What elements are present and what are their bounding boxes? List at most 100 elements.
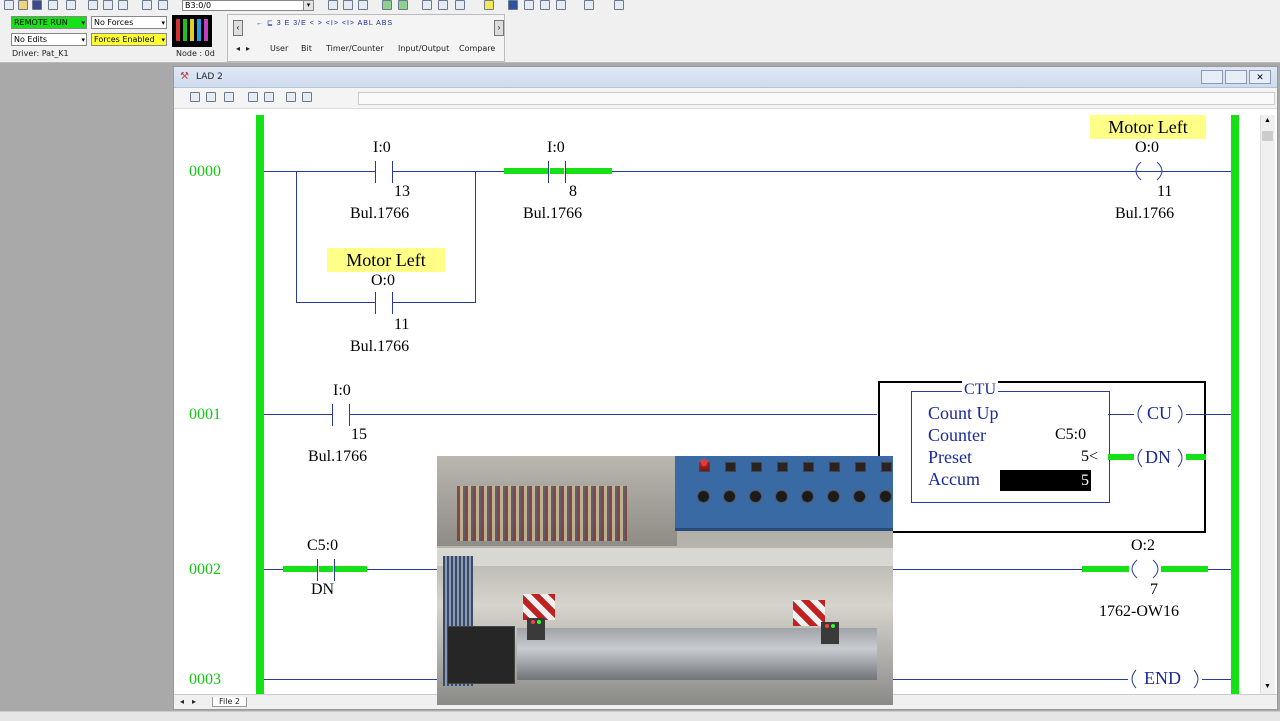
ote-icon[interactable]: < > bbox=[310, 20, 323, 27]
palette-left-icon[interactable]: ‹ bbox=[233, 20, 243, 36]
forward-arrow-icon[interactable] bbox=[614, 0, 624, 10]
test-edits-icon[interactable] bbox=[286, 92, 296, 102]
chart-icon[interactable] bbox=[540, 0, 550, 10]
contact-address: C5:0 bbox=[307, 537, 339, 554]
ctu-counter-value[interactable]: C5:0 bbox=[1055, 426, 1086, 444]
branch-wire bbox=[296, 171, 297, 302]
ctu-accum-label: Accum bbox=[928, 469, 980, 489]
tab-scroll-right-icon[interactable]: ▸ bbox=[192, 697, 196, 706]
contact-energized-icon bbox=[319, 566, 333, 572]
tab-file-2[interactable]: File 2 bbox=[212, 697, 248, 707]
scroll-down-icon[interactable]: ▼ bbox=[1264, 683, 1271, 690]
forces-enabled-label: Forces Enabled bbox=[94, 35, 155, 44]
ote-coil[interactable] bbox=[1133, 161, 1165, 181]
tab-bit[interactable]: Bit bbox=[301, 44, 312, 53]
replace-icon[interactable] bbox=[358, 0, 368, 10]
zoom-out-icon[interactable] bbox=[438, 0, 448, 10]
print-preview-icon[interactable] bbox=[66, 0, 76, 10]
palette-right-icon[interactable]: › bbox=[494, 20, 504, 36]
right-power-rail bbox=[1231, 115, 1239, 695]
coil-bit: 11 bbox=[1157, 183, 1173, 200]
zoom-box-icon[interactable] bbox=[455, 0, 465, 10]
abl-icon[interactable]: ABL bbox=[358, 20, 374, 27]
tab-timer-counter[interactable]: Timer/Counter bbox=[326, 44, 384, 53]
rung-icon[interactable]: ⊑ bbox=[267, 20, 274, 27]
data-table-icon[interactable] bbox=[556, 0, 566, 10]
otu-icon[interactable]: <I> bbox=[342, 20, 355, 27]
cut-icon[interactable] bbox=[88, 0, 98, 10]
otl-icon[interactable]: <I> bbox=[326, 20, 339, 27]
contact-bit: 15 bbox=[351, 426, 367, 443]
find-next-icon[interactable] bbox=[343, 0, 353, 10]
ctu-preset-value[interactable]: 5< bbox=[1081, 448, 1098, 466]
address-combo[interactable]: B3:0/0 ▾ bbox=[182, 0, 314, 11]
open-folder-icon[interactable] bbox=[18, 0, 28, 10]
add-rung-icon[interactable] bbox=[484, 0, 494, 10]
contact-address: I:0 bbox=[333, 382, 351, 399]
find-icon[interactable] bbox=[328, 0, 338, 10]
run-icon[interactable] bbox=[508, 0, 518, 10]
left-sensor bbox=[527, 618, 545, 640]
print-icon[interactable] bbox=[48, 0, 58, 10]
paste-icon[interactable] bbox=[118, 0, 128, 10]
close-icon[interactable]: ✕ bbox=[1249, 70, 1271, 84]
tab-user[interactable]: User bbox=[270, 44, 288, 53]
node-label: Node : 0d bbox=[176, 49, 215, 58]
edit-rung-icon[interactable] bbox=[190, 92, 200, 102]
assemble-icon[interactable] bbox=[248, 92, 258, 102]
tab-scroll-right-icon[interactable]: ▸ bbox=[246, 44, 250, 53]
redo-icon[interactable] bbox=[158, 0, 168, 10]
contact-module: Bul.1766 bbox=[308, 448, 368, 465]
end-label: END bbox=[1144, 668, 1181, 688]
forces-dropdown[interactable]: No Forces ▾ bbox=[91, 16, 167, 29]
tab-compare[interactable]: Compare bbox=[459, 44, 495, 53]
window-titlebar: ⚒ LAD 2 ✕ bbox=[174, 67, 1277, 88]
xic-icon[interactable]: 3 E bbox=[277, 20, 291, 27]
delete-icon[interactable] bbox=[264, 92, 274, 102]
contact-module: Bul.1766 bbox=[523, 205, 583, 222]
back-arrow-icon[interactable] bbox=[584, 0, 594, 10]
branch-icon[interactable]: ← bbox=[256, 20, 264, 27]
xic-contact[interactable] bbox=[375, 161, 393, 183]
processor-status-icon[interactable] bbox=[172, 15, 212, 47]
minimize-icon[interactable] bbox=[1201, 70, 1223, 84]
coil-address: O:0 bbox=[1135, 139, 1159, 156]
undo-icon[interactable] bbox=[142, 0, 152, 10]
vertical-scrollbar[interactable]: ▲ ▼ bbox=[1260, 115, 1275, 695]
xic-contact[interactable] bbox=[375, 292, 393, 314]
maximize-icon[interactable] bbox=[1225, 70, 1247, 84]
edits-dropdown[interactable]: No Edits ▾ bbox=[11, 33, 87, 46]
tab-scroll-left-icon[interactable]: ◂ bbox=[236, 44, 240, 53]
ote-coil[interactable] bbox=[1129, 559, 1161, 579]
verify-project-icon[interactable] bbox=[398, 0, 408, 10]
copy-icon[interactable] bbox=[103, 0, 113, 10]
mode-dropdown[interactable]: REMOTE RUN ▾ bbox=[11, 16, 87, 29]
save-icon[interactable] bbox=[32, 0, 42, 10]
untest-edits-icon[interactable] bbox=[302, 92, 312, 102]
accept-edits-icon[interactable] bbox=[206, 92, 216, 102]
xic-contact[interactable] bbox=[332, 404, 350, 426]
chevron-down-icon[interactable]: ▾ bbox=[303, 1, 313, 10]
cancel-edits-icon[interactable] bbox=[224, 92, 234, 102]
scroll-thumb[interactable] bbox=[1262, 131, 1273, 141]
ctu-block[interactable]: CTU Count Up Counter C5:0 Preset 5< Accu… bbox=[911, 381, 1110, 503]
coil-address: O:2 bbox=[1131, 537, 1155, 554]
dn-coil[interactable]: DN bbox=[1134, 447, 1186, 469]
rung-comment-field[interactable] bbox=[358, 92, 1275, 105]
ctu-counter-label: Counter bbox=[928, 425, 986, 445]
xio-icon[interactable]: 3/E bbox=[293, 20, 307, 27]
cu-coil[interactable]: CU bbox=[1134, 403, 1186, 425]
forces-label: No Forces bbox=[94, 18, 134, 27]
zoom-in-icon[interactable] bbox=[422, 0, 432, 10]
tab-input-output[interactable]: Input/Output bbox=[398, 44, 449, 53]
trend-icon[interactable] bbox=[524, 0, 534, 10]
rung-number: 0003 bbox=[189, 671, 221, 688]
new-file-icon[interactable] bbox=[4, 0, 14, 10]
tab-scroll-left-icon[interactable]: ◂ bbox=[180, 697, 184, 706]
abs-icon[interactable]: ABS bbox=[376, 20, 393, 27]
ctu-accum-value[interactable]: 5 bbox=[1000, 470, 1091, 491]
verify-file-icon[interactable] bbox=[382, 0, 392, 10]
scroll-up-icon[interactable]: ▲ bbox=[1264, 117, 1271, 124]
forces-enabled-dropdown[interactable]: Forces Enabled ▾ bbox=[91, 33, 167, 46]
left-power-rail bbox=[256, 115, 264, 695]
